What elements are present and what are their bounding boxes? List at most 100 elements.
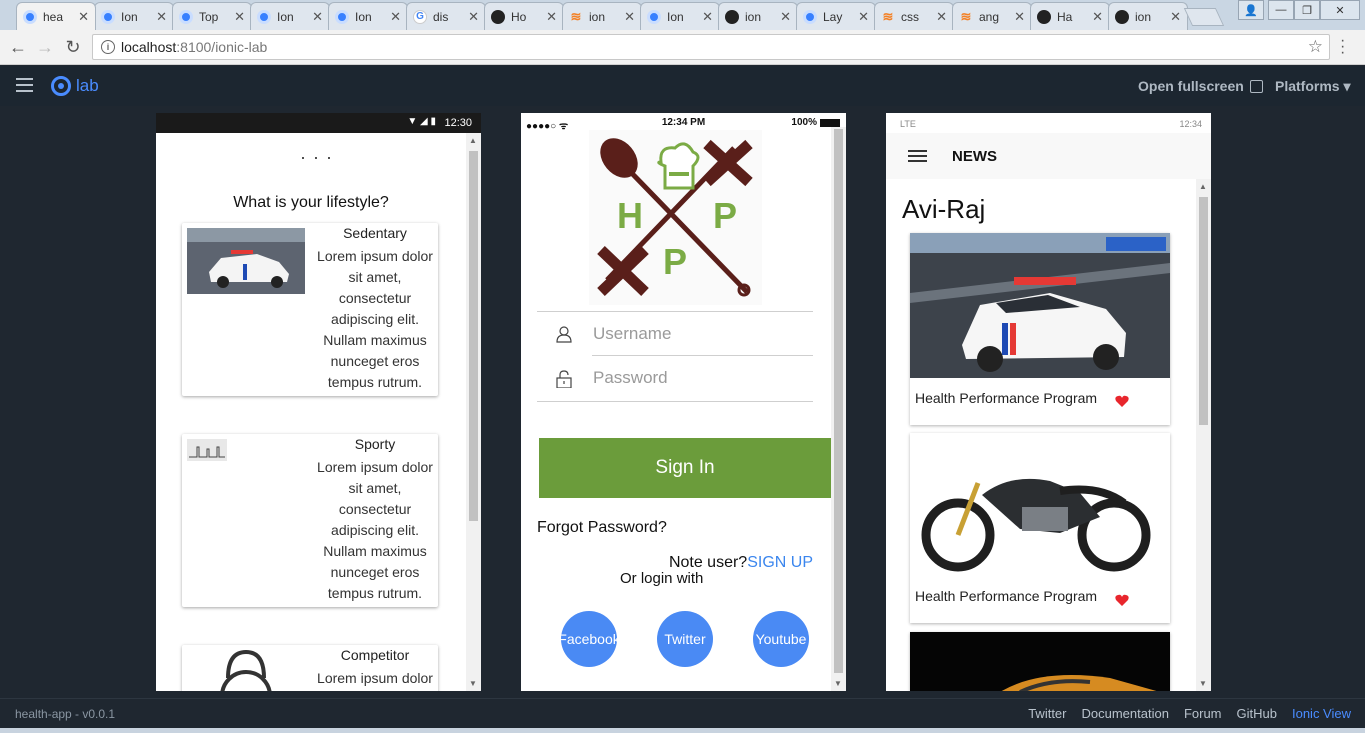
close-icon[interactable]: ✕ <box>390 9 401 25</box>
sign-up-link[interactable]: SIGN UP <box>747 554 813 571</box>
lifestyle-card-sporty[interactable]: Sporty Lorem ipsum dolor sit amet, conse… <box>182 434 438 607</box>
close-icon[interactable]: ✕ <box>936 9 947 25</box>
close-icon[interactable]: ✕ <box>312 9 323 25</box>
browser-tab[interactable]: Ion ✕ <box>250 2 330 30</box>
browser-tab[interactable]: Ion ✕ <box>94 2 174 30</box>
close-window-icon[interactable]: ✕ <box>1320 0 1360 20</box>
heart-icon[interactable] <box>1115 594 1129 607</box>
close-icon[interactable]: ✕ <box>1170 9 1181 25</box>
profile-icon[interactable]: 👤 <box>1238 0 1264 20</box>
hamburger-menu-icon[interactable] <box>16 78 33 93</box>
android-scrollbar[interactable]: ▲ ▼ <box>466 133 481 691</box>
ionic-icon <box>647 9 661 24</box>
ionic-icon <box>101 9 115 24</box>
restore-icon[interactable]: ❐ <box>1294 0 1320 20</box>
url-input[interactable]: i localhost:8100/ionic-lab ☆ <box>92 34 1330 60</box>
page-heading: Avi-Raj <box>902 194 986 224</box>
browser-tab[interactable]: Ion ✕ <box>640 2 720 30</box>
open-fullscreen-button[interactable]: Open fullscreen <box>1138 78 1263 94</box>
bookmark-star-icon[interactable]: ☆ <box>1308 37 1323 57</box>
close-icon[interactable]: ✕ <box>234 9 245 25</box>
more-options-icon[interactable]: · · · <box>300 147 333 168</box>
browser-tab[interactable]: ≋ css ✕ <box>874 2 954 30</box>
close-icon[interactable]: ✕ <box>858 9 869 25</box>
close-icon[interactable]: ✕ <box>468 9 479 25</box>
twitter-button[interactable]: Twitter <box>657 611 713 667</box>
browser-menu-icon[interactable]: · · · <box>1340 33 1345 61</box>
card-description: Lorem ipsum dolor sit amet, consectetur … <box>317 459 433 601</box>
minimize-icon[interactable]: — <box>1268 0 1294 20</box>
tab-label: ion <box>745 9 762 24</box>
browser-tab[interactable]: ≋ ion ✕ <box>562 2 642 30</box>
browser-tab[interactable]: Top ✕ <box>172 2 252 30</box>
github-icon <box>725 9 739 24</box>
twitter-link[interactable]: Twitter <box>1028 706 1066 721</box>
new-tab-button[interactable] <box>1183 8 1225 26</box>
scrollbar-thumb[interactable] <box>469 151 478 521</box>
youtube-button[interactable]: Youtube <box>753 611 809 667</box>
username-field[interactable]: Username <box>537 311 813 356</box>
browser-tab[interactable]: Ha ✕ <box>1030 2 1110 30</box>
close-icon[interactable]: ✕ <box>624 9 635 25</box>
close-icon[interactable]: ✕ <box>156 9 167 25</box>
sign-in-button[interactable]: Sign In <box>539 438 831 498</box>
tab-label: ion <box>1135 9 1152 24</box>
logo-letter-h: H <box>617 195 643 236</box>
lifestyle-card-sedentary[interactable]: Sedentary Lorem ipsum dolor sit amet, co… <box>182 223 438 396</box>
material-scrollbar[interactable]: ▲ ▼ <box>1196 179 1211 691</box>
github-link[interactable]: GitHub <box>1237 706 1277 721</box>
back-arrow-icon[interactable]: ← <box>7 36 29 58</box>
tab-label: Lay <box>823 9 843 24</box>
close-icon[interactable]: ✕ <box>78 9 89 25</box>
browser-tab[interactable]: G dis ✕ <box>406 2 486 30</box>
scroll-up-icon[interactable]: ▲ <box>469 136 477 145</box>
browser-tab[interactable]: ion ✕ <box>1108 2 1188 30</box>
ionic-icon <box>179 9 193 24</box>
scrollbar-thumb[interactable] <box>834 129 843 673</box>
android-device-preview: ▼ ◢ ▮ 12:30 · · · What is your lifestyle… <box>156 113 481 691</box>
browser-tab[interactable]: Ho ✕ <box>484 2 564 30</box>
forgot-password-link[interactable]: Forgot Password? <box>537 519 667 537</box>
close-icon[interactable]: ✕ <box>546 9 557 25</box>
scroll-down-icon[interactable]: ▼ <box>1199 679 1207 688</box>
scrollbar-thumb[interactable] <box>1199 197 1208 425</box>
platforms-dropdown[interactable]: Platforms ▾ <box>1275 78 1351 95</box>
menu-icon[interactable] <box>908 150 927 165</box>
browser-tab[interactable]: Lay ✕ <box>796 2 876 30</box>
ionic-icon <box>257 9 271 24</box>
browser-tab-strip: hea ✕ Ion ✕ Top ✕ Ion ✕ Ion ✕ G dis ✕ Ho… <box>0 0 1365 30</box>
card-description: Lorem ipsum dolor sit amet, consectetur … <box>317 248 433 390</box>
browser-tab[interactable]: Ion ✕ <box>328 2 408 30</box>
ionic-icon <box>335 9 349 24</box>
facebook-button[interactable]: Facebook <box>561 611 617 667</box>
browser-tab[interactable]: ≋ ang ✕ <box>952 2 1032 30</box>
scroll-down-icon[interactable]: ▼ <box>834 679 842 688</box>
heart-icon[interactable] <box>1115 395 1129 408</box>
reload-icon[interactable]: ↻ <box>62 36 84 58</box>
close-icon[interactable]: ✕ <box>780 9 791 25</box>
browser-tab[interactable]: ion ✕ <box>718 2 798 30</box>
news-card[interactable]: Health Performance Program <box>910 233 1170 425</box>
or-login-with-text: Or login with <box>620 570 704 587</box>
forum-link[interactable]: Forum <box>1184 706 1222 721</box>
news-card[interactable] <box>910 632 1170 691</box>
documentation-link[interactable]: Documentation <box>1082 706 1169 721</box>
scroll-down-icon[interactable]: ▼ <box>469 679 477 688</box>
forward-arrow-icon[interactable]: → <box>34 36 56 58</box>
ios-scrollbar[interactable]: ▲ ▼ <box>831 127 846 691</box>
news-card[interactable]: Health Performance Program <box>910 433 1170 623</box>
ionic-view-link[interactable]: Ionic View <box>1292 706 1351 721</box>
close-icon[interactable]: ✕ <box>702 9 713 25</box>
url-text: localhost:8100/ionic-lab <box>121 39 267 55</box>
lifestyle-card-competitor[interactable]: Competitor Lorem ipsum dolor <box>182 645 438 691</box>
lifestyle-question: What is your lifestyle? <box>233 194 389 211</box>
tab-label: Top <box>199 9 219 24</box>
password-field[interactable]: Password <box>537 356 813 401</box>
close-icon[interactable]: ✕ <box>1014 9 1025 25</box>
info-icon[interactable]: i <box>101 40 115 54</box>
ionic-icon <box>23 9 37 24</box>
browser-tab[interactable]: hea ✕ <box>16 2 96 30</box>
ionic-lab-logo[interactable]: lab <box>51 76 99 96</box>
close-icon[interactable]: ✕ <box>1092 9 1103 25</box>
scroll-up-icon[interactable]: ▲ <box>1199 182 1207 191</box>
